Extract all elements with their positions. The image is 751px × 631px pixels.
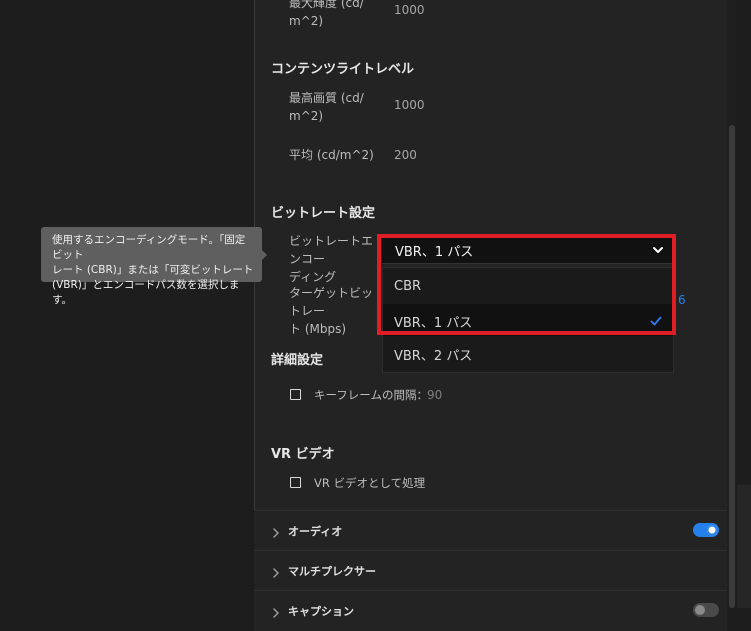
average-label: 平均 (cd/m^2) — [289, 148, 374, 162]
audio-section-header[interactable]: オーディオ — [254, 510, 727, 551]
keyframe-interval-checkbox[interactable] — [290, 389, 301, 400]
chevron-right-icon — [271, 604, 281, 618]
keyframe-interval-label: キーフレームの間隔： — [314, 388, 428, 402]
captions-toggle[interactable] — [693, 603, 719, 617]
bitrate-settings-heading: ビットレート設定 — [271, 206, 376, 221]
bitrate-encoding-label: ビットレートエンコー ディング — [289, 234, 374, 284]
target-bitrate-value[interactable]: 6 — [678, 293, 686, 307]
right-edge-panel — [736, 0, 751, 608]
dropdown-option-vbr-1-pass[interactable]: VBR、1 パス — [383, 304, 673, 336]
multiplexer-section-label: マルチプレクサー — [288, 565, 376, 578]
max-quality-label: 最高画質 (cd/ m^2) — [289, 91, 364, 123]
chevron-right-icon — [271, 564, 281, 578]
multiplexer-section-header[interactable]: マルチプレクサー — [254, 550, 727, 591]
audio-toggle[interactable] — [693, 523, 719, 537]
max-quality-value[interactable]: 1000 — [394, 98, 425, 112]
content-light-level-heading: コンテンツライトレベル — [271, 62, 415, 77]
option-label: VBR、2 パス — [394, 349, 473, 364]
average-value[interactable]: 200 — [394, 148, 417, 162]
tooltip-arrow — [262, 250, 267, 260]
audio-section-label: オーディオ — [288, 525, 343, 538]
advanced-settings-heading: 詳細設定 — [271, 353, 324, 368]
bitrate-encoding-selected-value: VBR、1 パス — [395, 245, 474, 260]
bitrate-encoding-select[interactable]: VBR、1 パス — [382, 236, 674, 264]
max-luminance-label: 最大輝度 (cd/ m^2) — [289, 0, 364, 28]
option-label: VBR、1 パス — [394, 316, 473, 331]
vr-video-checkbox[interactable] — [290, 477, 301, 488]
checkmark-icon — [649, 313, 663, 327]
target-bitrate-label: ターゲットビットレー ト (Mbps) — [289, 286, 374, 336]
captions-section-label: キャプション — [288, 605, 354, 618]
keyframe-interval-value[interactable]: 90 — [427, 388, 442, 402]
dropdown-option-cbr[interactable]: CBR — [383, 271, 673, 303]
chevron-right-icon — [271, 524, 281, 538]
dropdown-option-vbr-2-pass[interactable]: VBR、2 パス — [383, 337, 673, 369]
option-label: CBR — [394, 279, 422, 294]
max-luminance-value[interactable]: 1000 — [394, 3, 425, 17]
bitrate-encoding-dropdown: CBR VBR、1 パス VBR、2 パス — [382, 267, 674, 373]
vr-video-heading: VR ビデオ — [271, 447, 335, 462]
tooltip-text: 使用するエンコーディングモード。「固定ビット レート (CBR)」または「可変ビ… — [52, 234, 254, 306]
vr-video-label: VR ビデオとして処理 — [314, 476, 426, 490]
scrollbar-thumb[interactable] — [729, 125, 735, 608]
chevron-down-icon — [651, 242, 665, 256]
encoding-tooltip: 使用するエンコーディングモード。「固定ビット レート (CBR)」または「可変ビ… — [41, 227, 262, 306]
captions-section-header[interactable]: キャプション — [254, 590, 727, 631]
